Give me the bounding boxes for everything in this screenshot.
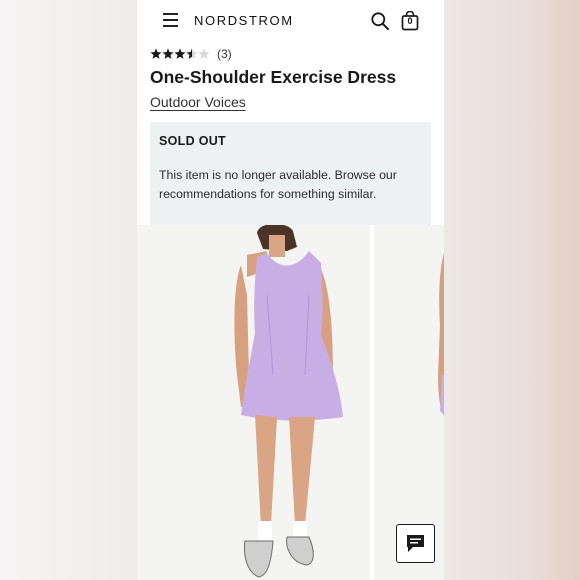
brand-link[interactable]: Outdoor Voices	[150, 94, 246, 110]
sold-out-message: This item is no longer available. Browse…	[159, 168, 397, 201]
shopping-bag-icon[interactable]: 0	[401, 10, 419, 31]
review-count[interactable]: (3)	[217, 47, 232, 61]
star-rating-icon	[150, 48, 210, 59]
product-title: One-Shoulder Exercise Dress	[150, 67, 397, 87]
hamburger-menu-icon[interactable]	[163, 13, 178, 27]
star-icon	[198, 48, 210, 59]
background-left	[0, 0, 137, 580]
top-navigation-bar: NORDSTROM 0	[137, 0, 444, 42]
sold-out-label: SOLD OUT	[159, 134, 226, 148]
background-right	[444, 0, 580, 580]
star-icon	[162, 48, 174, 59]
chat-icon	[407, 535, 424, 552]
nordstrom-logo[interactable]: NORDSTROM	[194, 13, 294, 28]
product-rating[interactable]: (3)	[150, 47, 232, 61]
star-icon	[174, 48, 186, 59]
star-icon	[186, 48, 198, 59]
sold-out-notice: SOLD OUT This item is no longer availabl…	[150, 122, 431, 225]
bag-item-count: 0	[407, 16, 413, 26]
search-icon[interactable]	[371, 12, 389, 30]
chat-button[interactable]	[396, 524, 435, 563]
mobile-page: NORDSTROM 0 (3) One-Shoulder Exercise Dr…	[137, 0, 444, 580]
star-icon	[150, 48, 162, 59]
product-photo-main[interactable]	[137, 225, 370, 580]
